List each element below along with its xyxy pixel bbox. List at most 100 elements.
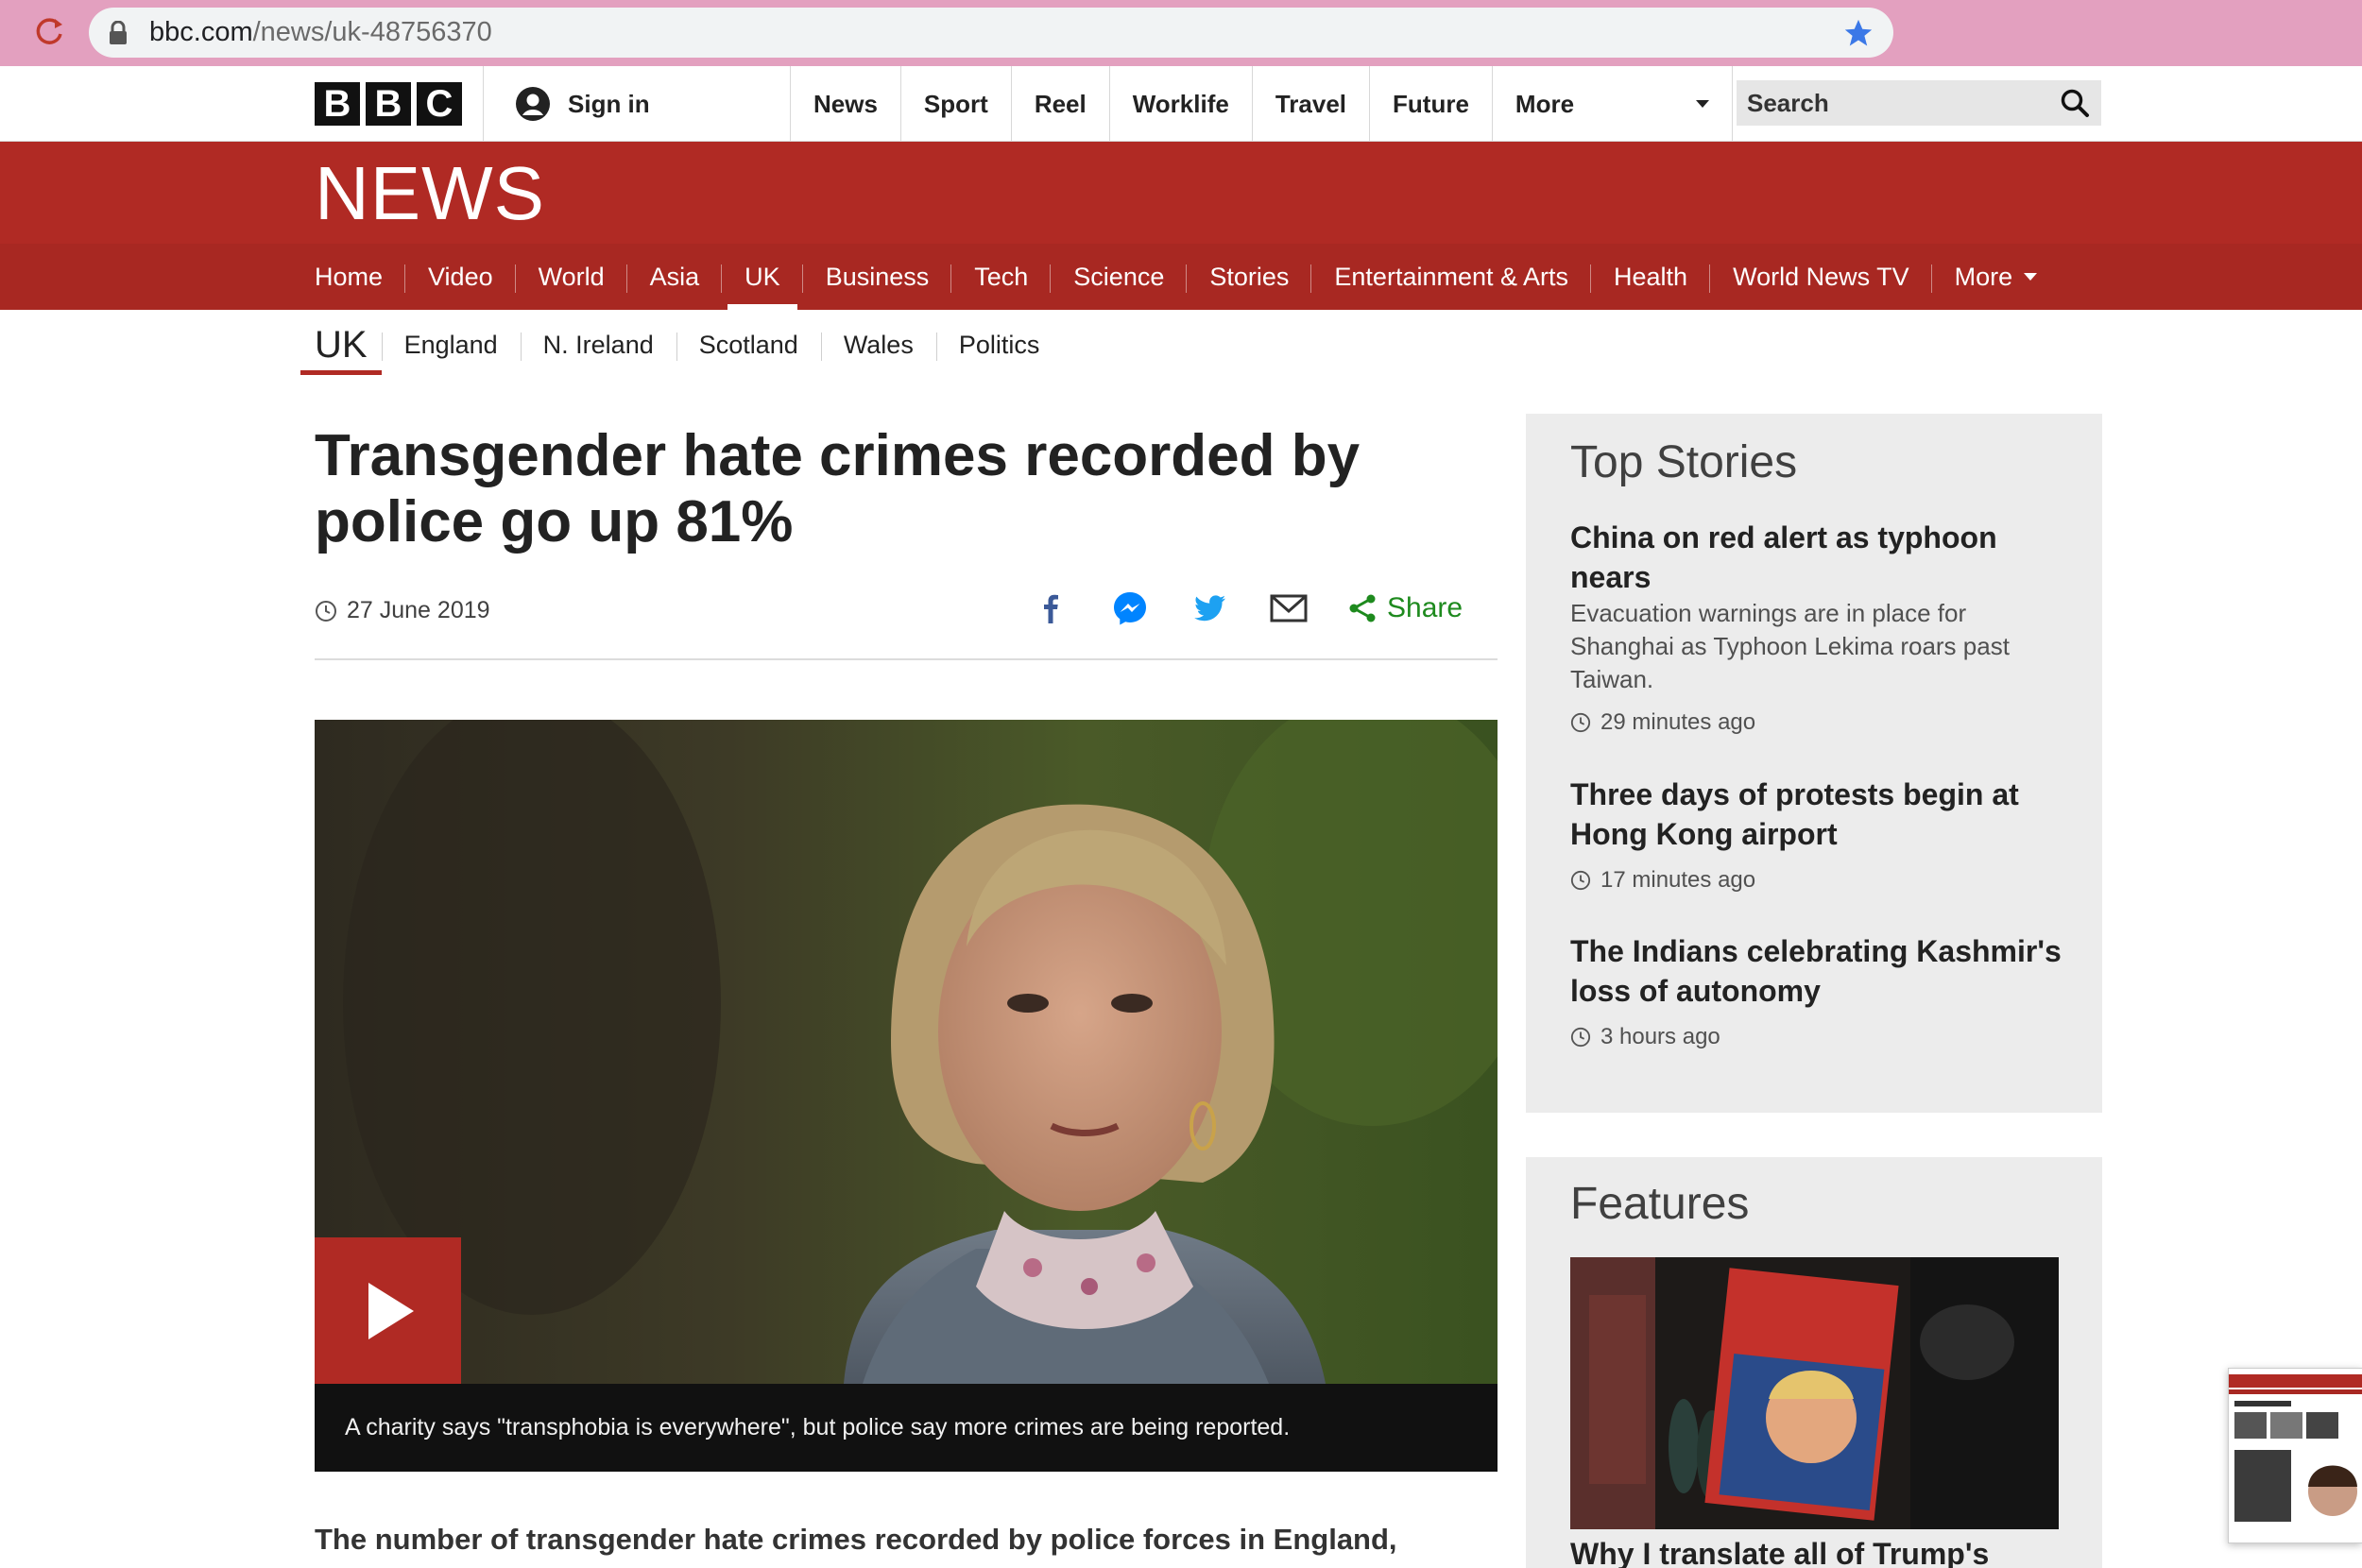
- play-button[interactable]: [315, 1237, 461, 1384]
- share-button[interactable]: Share: [1347, 592, 1463, 624]
- top-story-item[interactable]: Three days of protests begin at Hong Kon…: [1570, 775, 2062, 894]
- section-nav-world-news-tv[interactable]: World News TV: [1710, 244, 1932, 310]
- facebook-icon[interactable]: [1030, 588, 1071, 629]
- clock-icon: [1570, 870, 1591, 891]
- section-nav-label: Business: [825, 262, 930, 291]
- global-nav-sport[interactable]: Sport: [899, 66, 1011, 142]
- section-nav-label: World News TV: [1733, 262, 1909, 291]
- section-nav-science[interactable]: Science: [1051, 244, 1188, 310]
- browser-toolbar: bbc.com/news/uk-48756370: [0, 0, 2362, 66]
- features-title: Features: [1570, 1179, 1750, 1229]
- article-headline: Transgender hate crimes recorded by poli…: [315, 423, 1361, 554]
- lock-icon: [110, 21, 127, 44]
- video-caption: A charity says "transphobia is everywher…: [315, 1384, 1498, 1472]
- clock-icon: [1570, 1027, 1591, 1048]
- global-nav-travel[interactable]: Travel: [1251, 66, 1369, 142]
- bbc-logo-letter: B: [366, 82, 411, 126]
- email-icon[interactable]: [1268, 588, 1309, 629]
- subnav-scotland[interactable]: Scotland: [676, 331, 821, 361]
- address-bar[interactable]: bbc.com/news/uk-48756370: [89, 8, 1893, 58]
- section-nav-list: Home Video World Asia UK Business Tech Science S…: [315, 244, 2060, 310]
- section-nav-label: Stories: [1209, 262, 1290, 291]
- screenshot-thumbnail-image: [2229, 1369, 2362, 1542]
- section-nav-label: More: [1954, 262, 2013, 291]
- section-nav-uk[interactable]: UK: [722, 244, 803, 310]
- share-icon: [1349, 594, 1376, 622]
- section-nav: Home Video World Asia UK Business Tech Science S…: [0, 244, 2362, 310]
- global-nav-worklife[interactable]: Worklife: [1108, 66, 1252, 142]
- global-nav-news[interactable]: News: [790, 66, 900, 142]
- section-nav-label: UK: [745, 262, 780, 291]
- section-nav-tech[interactable]: Tech: [951, 244, 1052, 310]
- search-icon[interactable]: [2060, 88, 2090, 118]
- global-nav-more[interactable]: More: [1491, 66, 1733, 142]
- section-nav-label: Science: [1073, 262, 1165, 291]
- section-nav-video[interactable]: Video: [405, 244, 516, 310]
- news-brand-band: NEWS: [0, 142, 2362, 244]
- global-nav-more-label: More: [1515, 89, 1575, 118]
- article-date-text: 27 June 2019: [347, 597, 490, 623]
- messenger-icon[interactable]: [1109, 588, 1151, 629]
- top-story-summary: Evacuation warnings are in place for Sha…: [1570, 599, 2010, 693]
- top-story-title[interactable]: China on red alert as typhoon nears: [1570, 518, 2062, 597]
- clock-icon: [316, 600, 336, 622]
- section-nav-label: Entertainment & Arts: [1334, 262, 1569, 291]
- subnav-politics[interactable]: Politics: [935, 331, 1063, 361]
- section-nav-home[interactable]: Home: [315, 244, 406, 310]
- section-nav-business[interactable]: Business: [803, 244, 952, 310]
- share-label: Share: [1387, 592, 1463, 623]
- feature-image[interactable]: [1570, 1257, 2059, 1529]
- global-nav-future[interactable]: Future: [1369, 66, 1492, 142]
- top-story-time-text: 17 minutes ago: [1600, 867, 1756, 893]
- section-nav-label: Tech: [974, 262, 1029, 291]
- share-tools: Share: [1030, 588, 1463, 629]
- user-account-icon: [516, 87, 550, 121]
- top-story-title[interactable]: The Indians celebrating Kashmir's loss o…: [1570, 931, 2062, 1011]
- top-stories-title: Top Stories: [1570, 437, 1798, 487]
- caret-down-icon: [1695, 100, 1709, 108]
- top-stories-panel: Top Stories China on red alert as typhoo…: [1526, 414, 2102, 1113]
- section-nav-stories[interactable]: Stories: [1187, 244, 1312, 310]
- bbc-masthead: B B C Sign in News Sport Reel Worklife T…: [0, 66, 2362, 142]
- reload-icon[interactable]: [30, 13, 68, 51]
- video-still-image: [315, 720, 1498, 1384]
- top-story-title[interactable]: Three days of protests begin at Hong Kon…: [1570, 775, 2062, 854]
- section-nav-health[interactable]: Health: [1591, 244, 1711, 310]
- top-story-time: 17 minutes ago: [1570, 867, 2062, 894]
- section-nav-label: Home: [315, 262, 384, 291]
- section-nav-world[interactable]: World: [516, 244, 627, 310]
- article-divider: [315, 658, 1498, 660]
- subnav-n-ireland[interactable]: N. Ireland: [520, 331, 676, 361]
- bbc-logo-letter: B: [315, 82, 360, 126]
- section-nav-entertainment-arts[interactable]: Entertainment & Arts: [1311, 244, 1591, 310]
- section-nav-asia[interactable]: Asia: [627, 244, 723, 310]
- global-nav-reel[interactable]: Reel: [1010, 66, 1109, 142]
- subnav-wales[interactable]: Wales: [820, 331, 936, 361]
- top-story-item[interactable]: The Indians celebrating Kashmir's loss o…: [1570, 931, 2062, 1050]
- sign-in-link[interactable]: Sign in: [483, 66, 790, 142]
- feature-title[interactable]: Why I translate all of Trump's: [1570, 1537, 1989, 1568]
- sign-in-label: Sign in: [568, 89, 650, 118]
- subnav-current-uk[interactable]: UK: [300, 312, 382, 378]
- section-nav-label: Health: [1614, 262, 1688, 291]
- twitter-icon[interactable]: [1189, 588, 1230, 629]
- top-story-time: 3 hours ago: [1570, 1024, 2062, 1050]
- top-story-time-text: 29 minutes ago: [1600, 709, 1756, 735]
- section-nav-label: World: [538, 262, 605, 291]
- bookmark-star-icon[interactable]: [1842, 17, 1874, 49]
- uk-subnav: UK England N. Ireland Scotland Wales Pol…: [300, 312, 1062, 378]
- screenshot-thumbnail[interactable]: [2228, 1368, 2362, 1543]
- subnav-england[interactable]: England: [381, 331, 521, 361]
- video-player[interactable]: A charity says "transphobia is everywher…: [315, 720, 1498, 1472]
- global-nav: News Sport Reel Worklife Travel Future M…: [790, 66, 1733, 142]
- bbc-logo-letter: C: [417, 82, 462, 126]
- news-brand-title[interactable]: NEWS: [315, 155, 545, 232]
- bbc-logo[interactable]: B B C: [315, 82, 462, 126]
- top-story-item[interactable]: China on red alert as typhoon nears Evac…: [1570, 518, 2062, 736]
- search-box[interactable]: Search: [1737, 80, 2101, 126]
- features-panel: Features Why I translate all of Trump's: [1526, 1157, 2102, 1568]
- url-text: bbc.com/news/uk-48756370: [149, 17, 492, 47]
- section-nav-more[interactable]: More: [1932, 244, 2061, 310]
- search-placeholder: Search: [1747, 88, 1829, 117]
- clock-icon: [1570, 712, 1591, 733]
